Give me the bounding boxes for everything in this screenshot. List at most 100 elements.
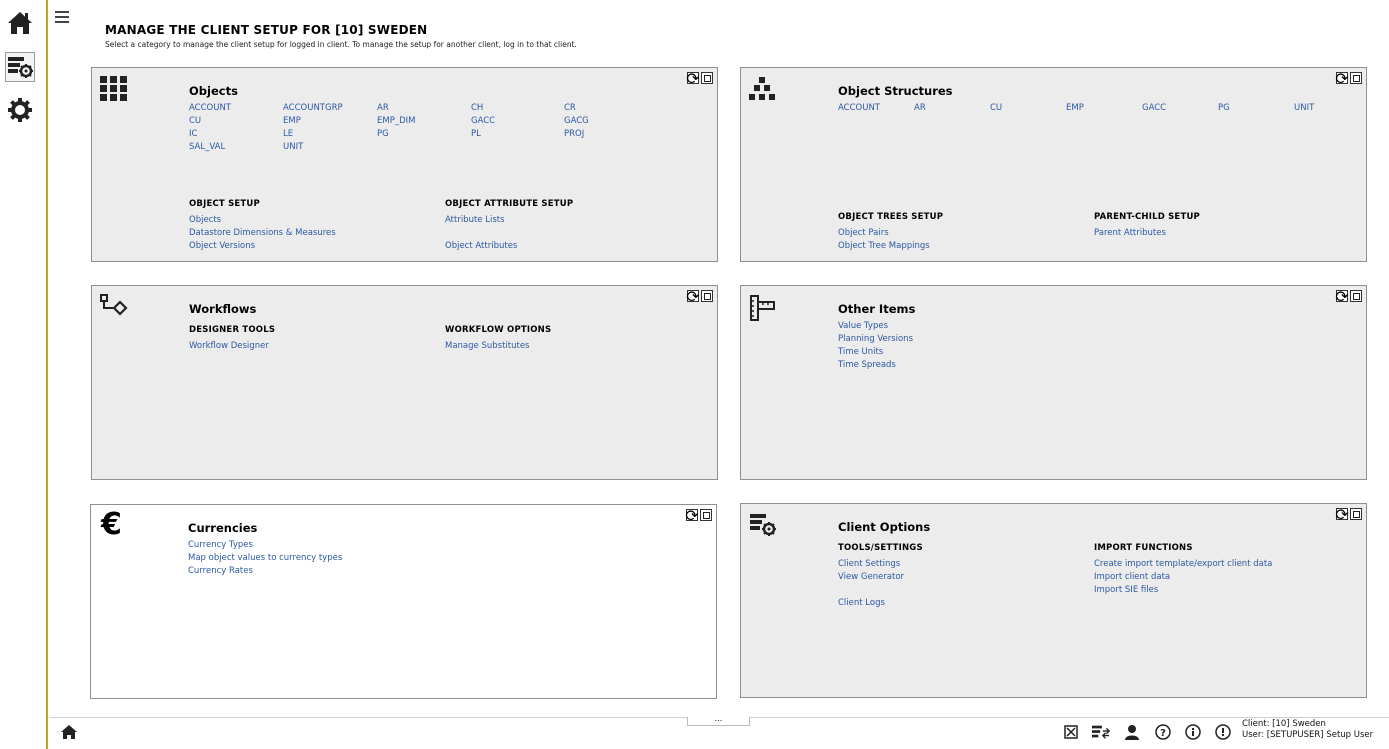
other-item-link[interactable]: Time Units — [838, 347, 883, 357]
client-user-info: Client: [10] Sweden User: [SETUPUSER] Se… — [1242, 719, 1373, 741]
more-button[interactable]: ... — [687, 715, 750, 726]
object-link[interactable]: EMP_DIM — [377, 116, 415, 126]
currencies-card: ⟳ € Currencies Currency Types Map object… — [90, 504, 717, 699]
structure-link[interactable]: EMP — [1066, 103, 1084, 113]
section-heading: TOOLS/SETTINGS — [838, 543, 923, 553]
section-heading: IMPORT FUNCTIONS — [1094, 543, 1193, 553]
refresh-icon[interactable]: ⟳ — [686, 69, 699, 88]
object-link[interactable]: GACC — [471, 116, 495, 126]
left-sidebar — [0, 0, 48, 749]
object-link[interactable]: UNIT — [283, 142, 303, 152]
import-function-link[interactable]: Import SIE files — [1094, 585, 1158, 595]
structure-link[interactable]: ACCOUNT — [838, 103, 880, 113]
card-title: Client Options — [838, 520, 931, 534]
ruler-icon — [749, 294, 777, 326]
currency-link[interactable]: Currency Rates — [188, 566, 253, 576]
workflow-icon — [100, 294, 128, 320]
alert-icon[interactable] — [1214, 723, 1232, 741]
refresh-icon[interactable]: ⟳ — [685, 506, 698, 525]
structure-link[interactable]: CU — [990, 103, 1002, 113]
maximize-icon[interactable] — [1350, 72, 1362, 84]
refresh-icon[interactable]: ⟳ — [686, 287, 699, 306]
structure-link[interactable]: GACC — [1142, 103, 1166, 113]
switch-client-icon[interactable] — [1092, 723, 1110, 741]
menu-toggle-icon[interactable] — [55, 11, 69, 26]
refresh-icon[interactable]: ⟳ — [1335, 287, 1348, 306]
structure-link[interactable]: PG — [1218, 103, 1230, 113]
section-heading: DESIGNER TOOLS — [189, 325, 276, 335]
workflows-card: ⟳ Workflows DESIGNER TOOLS Workflow Desi… — [91, 285, 718, 480]
object-link[interactable]: AR — [377, 103, 389, 113]
client-setup-icon[interactable] — [5, 52, 35, 82]
home-icon[interactable] — [60, 723, 78, 741]
attribute-link[interactable]: Object Attributes — [445, 241, 517, 251]
object-link[interactable]: CU — [189, 116, 201, 126]
attribute-link[interactable]: Attribute Lists — [445, 215, 505, 225]
object-structures-card: ⟳ Object Structures ACCOUNT AR CU EMP GA… — [740, 67, 1367, 262]
object-link[interactable]: CR — [564, 103, 576, 113]
object-link[interactable]: IC — [189, 129, 197, 139]
close-tabs-icon[interactable] — [1062, 723, 1080, 741]
object-link[interactable]: ACCOUNTGRP — [283, 103, 343, 113]
object-link[interactable]: PG — [377, 129, 389, 139]
card-title: Workflows — [189, 302, 257, 316]
grid-icon — [100, 76, 128, 106]
other-item-link[interactable]: Value Types — [838, 321, 888, 331]
structure-link[interactable]: AR — [914, 103, 926, 113]
client-settings-link[interactable]: Client Settings — [838, 559, 900, 569]
setup-link[interactable]: Datastore Dimensions & Measures — [189, 228, 336, 238]
section-heading: PARENT-CHILD SETUP — [1094, 212, 1200, 222]
home-icon[interactable] — [5, 8, 35, 38]
client-logs-link[interactable]: Client Logs — [838, 598, 885, 608]
import-function-link[interactable]: Import client data — [1094, 572, 1170, 582]
svg-text:?: ? — [1160, 728, 1166, 739]
object-link[interactable]: ACCOUNT — [189, 103, 231, 113]
object-link[interactable]: EMP — [283, 116, 301, 126]
workflow-designer-link[interactable]: Workflow Designer — [189, 341, 269, 351]
parent-child-link[interactable]: Parent Attributes — [1094, 228, 1166, 238]
user-icon[interactable] — [1123, 723, 1141, 741]
object-link[interactable]: CH — [471, 103, 483, 113]
view-generator-link[interactable]: View Generator — [838, 572, 904, 582]
card-title: Currencies — [188, 521, 258, 535]
card-title: Object Structures — [838, 84, 953, 98]
maximize-icon[interactable] — [700, 509, 712, 521]
refresh-icon[interactable]: ⟳ — [1335, 505, 1348, 524]
object-link[interactable]: PROJ — [564, 129, 584, 139]
other-item-link[interactable]: Planning Versions — [838, 334, 913, 344]
refresh-icon[interactable]: ⟳ — [1335, 69, 1348, 88]
maximize-icon[interactable] — [701, 72, 713, 84]
maximize-icon[interactable] — [1350, 290, 1362, 302]
other-item-link[interactable]: Time Spreads — [838, 360, 896, 370]
maximize-icon[interactable] — [1350, 508, 1362, 520]
card-title: Objects — [189, 84, 238, 98]
import-function-link[interactable]: Create import template/export client dat… — [1094, 559, 1272, 569]
manage-substitutes-link[interactable]: Manage Substitutes — [445, 341, 529, 351]
currency-link[interactable]: Map object values to currency types — [188, 553, 342, 563]
maximize-icon[interactable] — [701, 290, 713, 302]
object-link[interactable]: LE — [283, 129, 293, 139]
object-link[interactable]: GACG — [564, 116, 589, 126]
section-heading: OBJECT TREES SETUP — [838, 212, 944, 222]
client-line: Client: [10] Sweden — [1242, 719, 1326, 729]
setup-link[interactable]: Objects — [189, 215, 221, 225]
other-items-card: ⟳ Other Items Value Types Planning Versi… — [740, 285, 1367, 480]
client-options-card: ⟳ Client Options TOOLS/SETTINGS Client S… — [740, 503, 1367, 698]
info-icon[interactable] — [1184, 723, 1202, 741]
structure-link[interactable]: UNIT — [1294, 103, 1314, 113]
tree-link[interactable]: Object Tree Mappings — [838, 241, 930, 251]
object-link[interactable]: PL — [471, 129, 481, 139]
gear-icon[interactable] — [5, 95, 35, 125]
section-heading: OBJECT SETUP — [189, 199, 260, 209]
card-title: Other Items — [838, 302, 916, 316]
euro-icon: € — [101, 507, 122, 542]
object-link[interactable]: SAL_VAL — [189, 142, 225, 152]
tree-link[interactable]: Object Pairs — [838, 228, 889, 238]
setup-link[interactable]: Object Versions — [189, 241, 255, 251]
section-heading: OBJECT ATTRIBUTE SETUP — [445, 199, 574, 209]
page-title: MANAGE THE CLIENT SETUP FOR [10] SWEDEN — [105, 23, 428, 37]
objects-card: ⟳ Objects ACCOUNT ACCOUNTGRP AR CH CR CU… — [91, 67, 718, 262]
currency-link[interactable]: Currency Types — [188, 540, 253, 550]
page-subtitle: Select a category to manage the client s… — [105, 40, 577, 49]
help-icon[interactable]: ? — [1154, 723, 1172, 741]
